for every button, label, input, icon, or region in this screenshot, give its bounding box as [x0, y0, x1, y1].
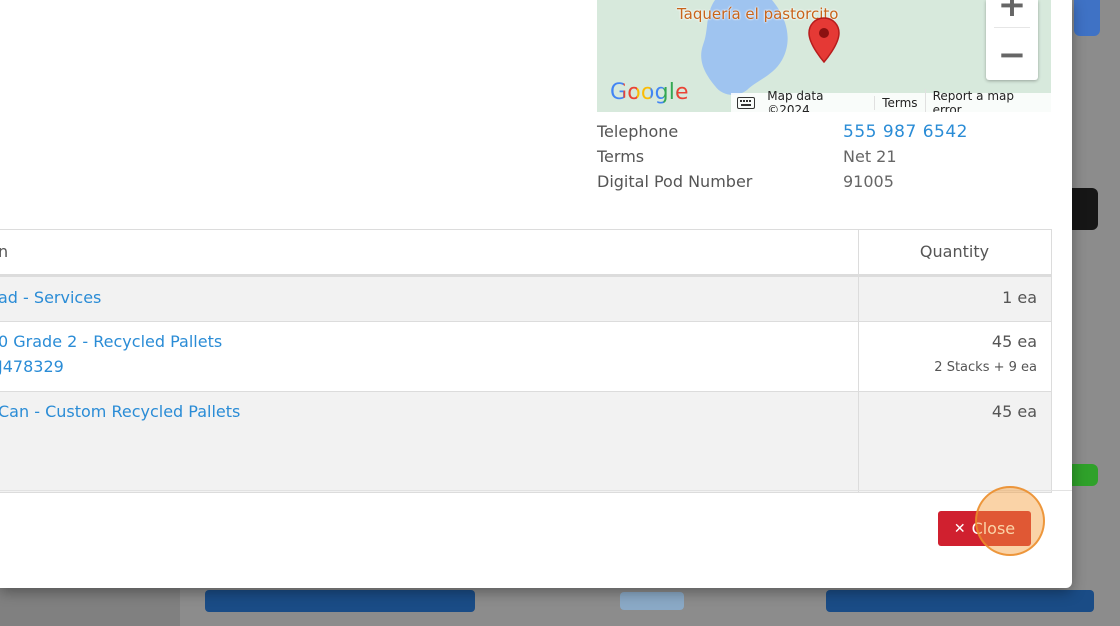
info-row-terms: Terms Net 21	[597, 147, 1051, 172]
item-link[interactable]: 0 Grade 2 - Recycled Pallets	[0, 332, 222, 351]
column-divider	[858, 322, 859, 391]
column-header-item: n	[0, 242, 9, 261]
telephone-link[interactable]: 555 987 6542	[843, 122, 968, 142]
customer-info: Telephone 555 987 6542 Terms Net 21 Digi…	[597, 122, 1051, 197]
zoom-in-button[interactable]: +	[986, 0, 1038, 24]
item-sku-link[interactable]: J478329	[0, 357, 64, 376]
table-row: ad - Services 1 ea	[0, 276, 1051, 321]
column-header-quantity: Quantity	[919, 242, 990, 261]
quantity-breakdown: 2 Stacks + 9 ea	[934, 360, 1037, 375]
modal-footer-divider	[0, 490, 1072, 491]
location-map[interactable]: Taquería el pastorcito + − Google Map da…	[597, 0, 1051, 112]
info-value: 91005	[843, 172, 894, 191]
column-divider	[858, 277, 859, 321]
table-row: 0 Grade 2 - Recycled Pallets J478329 45 …	[0, 321, 1051, 391]
quantity-value: 45 ea	[991, 402, 1037, 421]
close-button-label: Close	[971, 519, 1016, 538]
column-divider	[858, 392, 859, 492]
minus-icon: −	[997, 35, 1027, 75]
item-link[interactable]: Can - Custom Recycled Pallets	[0, 402, 240, 421]
line-items-table: n Quantity ad - Services 1 ea 0 Grade 2 …	[0, 229, 1052, 493]
table-header: n Quantity	[0, 230, 1051, 276]
map-terms-link[interactable]: Terms	[874, 95, 924, 110]
keyboard-icon[interactable]	[731, 96, 760, 109]
background-green-tab	[1072, 464, 1098, 486]
info-value: Net 21	[843, 147, 897, 166]
background-button	[826, 590, 1094, 612]
map-attribution: Map data ©2024 Terms Report a map error	[731, 88, 1051, 112]
zoom-out-button[interactable]: −	[986, 36, 1038, 74]
report-map-error-link[interactable]: Report a map error	[924, 88, 1051, 112]
table-row: Can - Custom Recycled Pallets 45 ea	[0, 391, 1051, 492]
background-dark-tab	[1072, 188, 1098, 230]
map-data-label: Map data ©2024	[767, 88, 824, 113]
map-marker-icon[interactable]	[807, 16, 841, 68]
map-zoom-control: + −	[986, 0, 1038, 80]
info-row-telephone: Telephone 555 987 6542	[597, 122, 1051, 147]
google-logo-text: Google	[610, 80, 689, 105]
close-icon: ✕	[953, 520, 966, 537]
background-button	[620, 592, 684, 610]
quantity-value: 1 ea	[1002, 288, 1037, 307]
order-details-modal: Taquería el pastorcito + − Google Map da…	[0, 0, 1072, 588]
close-button[interactable]: ✕ Close	[938, 511, 1031, 546]
info-label: Terms	[597, 147, 645, 166]
info-label: Digital Pod Number	[597, 172, 753, 191]
quantity-value: 45 ea	[991, 332, 1037, 351]
google-logo[interactable]: Google	[610, 80, 689, 105]
item-link[interactable]: ad - Services	[0, 288, 101, 307]
background-button	[205, 590, 475, 612]
info-label: Telephone	[597, 122, 679, 141]
plus-icon: +	[997, 0, 1027, 25]
background-blue-tab	[1074, 0, 1100, 36]
info-row-digital-pod-number: Digital Pod Number 91005	[597, 172, 1051, 197]
zoom-divider	[994, 27, 1030, 28]
